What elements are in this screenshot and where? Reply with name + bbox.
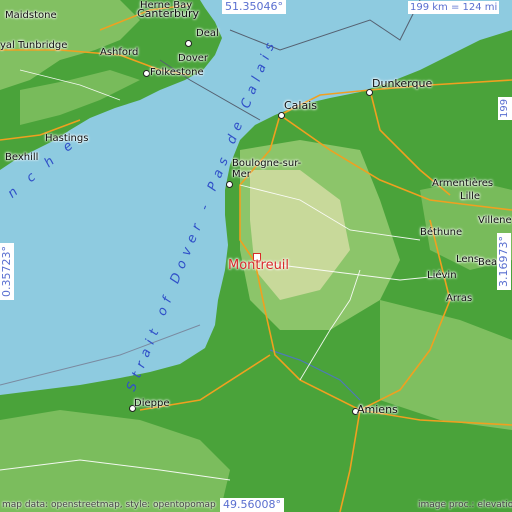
town-label-villeneuve: Villene bbox=[478, 215, 512, 226]
town-label-boulogne: Boulogne-sur- Mer bbox=[232, 158, 302, 180]
town-label-amiens: Amiens bbox=[357, 403, 398, 416]
scale-vertical: 199 km = 124 mi bbox=[498, 96, 512, 120]
town-label-arras: Arras bbox=[446, 293, 473, 304]
town-label-bexhill: Bexhill bbox=[5, 152, 39, 163]
town-label-tunbridge: yal Tunbridge bbox=[0, 40, 68, 51]
scale-horizontal: 199 km = 124 mi bbox=[408, 1, 500, 14]
coord-west: 0.35723° bbox=[0, 243, 14, 300]
town-label-folkestone: Folkestone bbox=[150, 67, 204, 78]
town-marker-calais bbox=[278, 112, 285, 119]
town-label-hastings: Hastings bbox=[45, 133, 89, 144]
town-marker-boulogne bbox=[226, 181, 233, 188]
coord-north: 51.35046° bbox=[222, 0, 286, 14]
attribution-right: image proc.: elevation.city bbox=[418, 500, 512, 510]
town-marker-dunkerque bbox=[366, 89, 373, 96]
highlight-location-label: Montreuil bbox=[228, 258, 290, 273]
coord-south: 49.56008° bbox=[220, 498, 284, 512]
town-label-armentieres: Armentières bbox=[432, 178, 494, 189]
attribution-left: map data: openstreetmap, style: opentopo… bbox=[2, 500, 216, 510]
town-marker-canterbury bbox=[185, 40, 192, 47]
town-marker-folkestone bbox=[143, 70, 150, 77]
town-label-dunkerque: Dunkerque bbox=[372, 77, 433, 90]
town-label-dover: Dover bbox=[178, 53, 208, 64]
town-label-ashford: Ashford bbox=[100, 47, 139, 58]
town-label-lens: Lens bbox=[456, 254, 480, 265]
town-label-calais: Calais bbox=[284, 99, 318, 112]
town-label-bethune: Béthune bbox=[420, 227, 463, 238]
town-label-lille: Lille bbox=[460, 191, 481, 202]
town-label-dieppe: Dieppe bbox=[134, 398, 170, 409]
town-label-lievin: Liévin bbox=[427, 270, 457, 281]
town-label-deal: Deal bbox=[196, 28, 219, 39]
map-view[interactable]: Strait of Dover - Pas de Calais n c h e … bbox=[0, 0, 512, 512]
coord-east: 3.16973° bbox=[497, 233, 511, 290]
town-label-maidstone: Maidstone bbox=[5, 10, 57, 21]
town-label-canterbury: Canterbury bbox=[137, 7, 199, 20]
